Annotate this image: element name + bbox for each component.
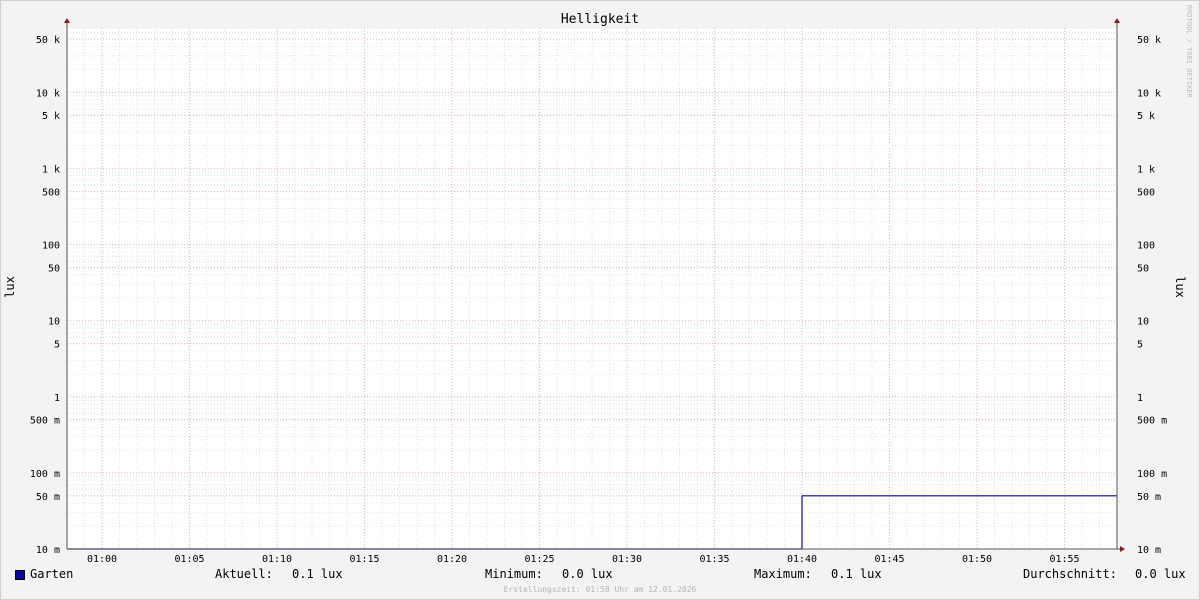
x-tick-label: 01:15 xyxy=(349,554,379,565)
y-tick-label-left: 100 xyxy=(42,241,60,252)
max-value: 0.1 lux xyxy=(831,567,882,581)
y-tick-label-left: 10 m xyxy=(36,545,60,556)
y-tick-label-left: 5 xyxy=(54,340,60,351)
y-tick-label-left: 100 m xyxy=(30,469,60,480)
y-tick-label-right: 50 k xyxy=(1137,35,1161,46)
avg-label: Durchschnitt: xyxy=(1023,567,1117,581)
min-label: Minimum: xyxy=(485,567,543,581)
avg-value: 0.0 lux xyxy=(1135,567,1186,581)
chart-title: Helligkeit xyxy=(561,12,639,27)
x-tick-label: 01:40 xyxy=(787,554,817,565)
x-tick-label: 01:10 xyxy=(262,554,292,565)
y-axis-label-right: lux xyxy=(1173,276,1187,298)
y-tick-label-right: 50 m xyxy=(1137,492,1161,503)
legend: Garten Aktuell: 0.1 lux Minimum: 0.0 lux… xyxy=(0,567,1200,585)
y-axis-label-left: lux xyxy=(3,276,17,298)
x-tick-label: 01:30 xyxy=(612,554,642,565)
legend-swatch xyxy=(15,570,25,580)
y-tick-label-right: 10 m xyxy=(1137,545,1161,556)
x-tick-label: 01:05 xyxy=(174,554,204,565)
chart-canvas: 50 k 50 k10 k 10 k5 k5 k1 k1 k500 500100 100… xyxy=(3,5,1193,565)
y-tick-label-left: 50 m xyxy=(36,492,60,503)
y-tick-label-right: 10 xyxy=(1137,317,1149,328)
min-value: 0.0 lux xyxy=(562,567,613,581)
y-tick-label-right: 500 xyxy=(1137,187,1155,198)
y-tick-label-left: 500 xyxy=(42,187,60,198)
x-tick-label: 01:55 xyxy=(1049,554,1079,565)
x-axis-arrow xyxy=(1120,546,1125,552)
y-tick-label-left: 50 xyxy=(48,263,60,274)
y-tick-label-right: 100 m xyxy=(1137,469,1167,480)
x-tick-label: 01:25 xyxy=(524,554,554,565)
legend-series-name: Garten xyxy=(30,567,74,581)
current-value: 0.1 lux xyxy=(292,567,343,581)
x-tick-label: 01:50 xyxy=(962,554,992,565)
y-tick-label-left: 1 k xyxy=(42,164,60,175)
y-tick-label-right: 1 xyxy=(1137,393,1143,404)
y-axis-arrow-right xyxy=(1114,18,1120,23)
footer-timestamp: Erstellungszeit: 01:58 Uhr am 12.01.2026 xyxy=(503,585,697,594)
y-tick-label-left: 5 k xyxy=(42,111,60,122)
y-tick-label-right: 10 k xyxy=(1137,88,1161,99)
y-tick-label-right: 50 xyxy=(1137,263,1149,274)
x-tick-label: 01:35 xyxy=(699,554,729,565)
watermark: RRDTOOL / TOBI OETIKER xyxy=(1185,5,1193,99)
y-tick-label-left: 10 k xyxy=(36,88,60,99)
current-label: Aktuell: xyxy=(215,567,273,581)
y-tick-label-left: 50 k xyxy=(36,35,60,46)
x-tick-label: 01:45 xyxy=(874,554,904,565)
y-tick-label-right: 1 k xyxy=(1137,164,1155,175)
x-tick-label: 01:00 xyxy=(87,554,117,565)
y-tick-label-right: 500 m xyxy=(1137,416,1167,427)
y-axis-arrow-left xyxy=(64,18,70,23)
y-tick-label-right: 100 xyxy=(1137,241,1155,252)
y-tick-label-right: 5 xyxy=(1137,340,1143,351)
y-tick-label-left: 500 m xyxy=(30,416,60,427)
max-label: Maximum: xyxy=(754,567,812,581)
y-tick-label-left: 10 xyxy=(48,317,60,328)
x-tick-label: 01:20 xyxy=(437,554,467,565)
y-tick-label-right: 5 k xyxy=(1137,111,1155,122)
y-tick-label-left: 1 xyxy=(54,393,60,404)
